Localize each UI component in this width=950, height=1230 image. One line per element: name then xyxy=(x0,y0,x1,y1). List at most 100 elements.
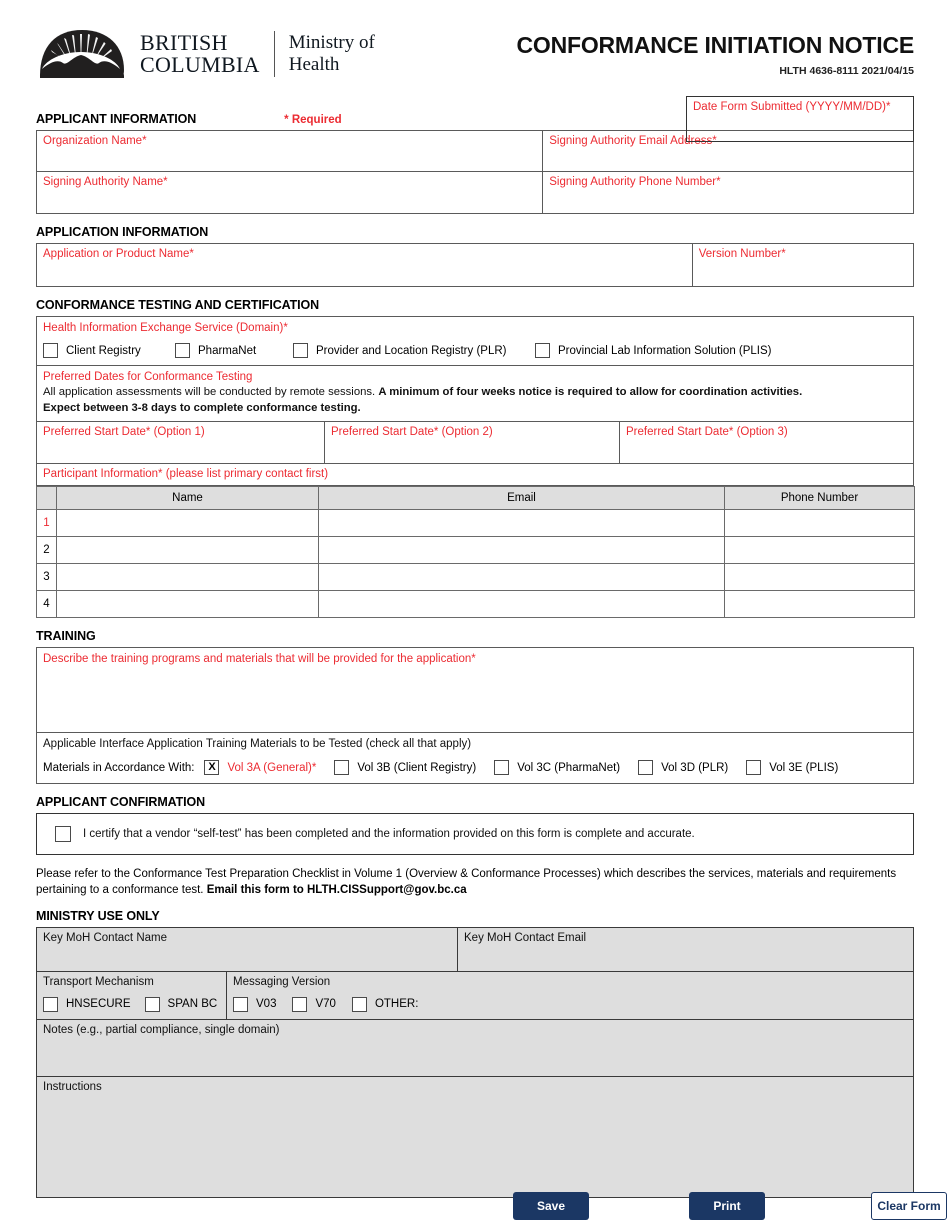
participant-phone-cell[interactable] xyxy=(724,536,915,565)
application-product-name-field[interactable]: Application or Product Name* xyxy=(36,243,693,287)
checkbox-box-icon[interactable] xyxy=(334,760,350,776)
organization-name-field[interactable]: Organization Name* xyxy=(36,130,544,172)
checkbox-vol-3a-general[interactable]: X Vol 3A (General)* xyxy=(204,760,317,776)
preferred-start-date-option-2-label: Preferred Start Date* (Option 2) xyxy=(331,426,493,439)
checkbox-plis[interactable]: Provincial Lab Information Solution (PLI… xyxy=(535,343,772,358)
preferred-start-date-option-3-field[interactable]: Preferred Start Date* (Option 3) xyxy=(620,422,913,463)
checkbox-label: Client Registry xyxy=(66,344,141,357)
participant-email-cell[interactable] xyxy=(318,590,725,619)
checkbox-label: Vol 3A (General)* xyxy=(227,761,317,774)
checkbox-label: HNSECURE xyxy=(66,998,131,1011)
bc-wordmark: BRITISH COLUMBIA xyxy=(140,32,260,76)
ministry-line-2: Health xyxy=(288,54,340,75)
checkbox-box-icon[interactable] xyxy=(43,343,58,358)
participant-name-cell[interactable] xyxy=(56,563,319,592)
ministry-line-1: Ministry of xyxy=(288,31,375,53)
conformance-note-bold-1: A minimum of four weeks notice is requir… xyxy=(378,386,803,398)
checkbox-client-registry[interactable]: Client Registry xyxy=(43,343,175,358)
date-form-submitted-field[interactable]: Date Form Submitted (YYYY/MM/DD)* xyxy=(686,96,914,142)
messaging-version-group: Messaging Version V03 V70 OTHER: xyxy=(227,972,913,1019)
transport-mechanism-group: Transport Mechanism HNSECURE SPAN BC xyxy=(37,971,227,1019)
print-button[interactable]: Print xyxy=(689,1192,765,1220)
bc-gov-logo: BRITISH COLUMBIA Ministry of Health xyxy=(36,26,375,82)
signing-authority-phone-field[interactable]: Signing Authority Phone Number* xyxy=(543,172,914,214)
checkbox-box-icon[interactable] xyxy=(535,343,550,358)
participant-email-cell[interactable] xyxy=(318,563,725,592)
preferred-start-date-option-1-field[interactable]: Preferred Start Date* (Option 1) xyxy=(37,422,325,464)
col-header-num xyxy=(36,486,57,511)
version-number-field[interactable]: Version Number* xyxy=(692,243,914,287)
checkbox-vol-3b-client-registry[interactable]: Vol 3B (Client Registry) xyxy=(334,760,477,776)
checkbox-plr[interactable]: Provider and Location Registry (PLR) xyxy=(293,343,535,358)
checkbox-label: PharmaNet xyxy=(198,344,257,357)
checkbox-box-icon[interactable] xyxy=(43,996,58,1012)
date-form-submitted-label: Date Form Submitted (YYYY/MM/DD)* xyxy=(693,101,891,113)
participant-phone-cell[interactable] xyxy=(724,563,915,592)
checkbox-box-icon[interactable] xyxy=(175,343,190,358)
preferred-start-date-option-2-field[interactable]: Preferred Start Date* (Option 2) xyxy=(325,422,620,464)
training-materials-row: Applicable Interface Application Trainin… xyxy=(37,733,913,783)
transport-mechanism-label: Transport Mechanism xyxy=(43,975,154,988)
checkbox-box-icon[interactable] xyxy=(746,760,762,776)
checkbox-box-icon[interactable] xyxy=(351,996,367,1012)
moh-contact-name-field[interactable]: Key MoH Contact Name xyxy=(37,927,458,971)
checkbox-vol-3d-plr[interactable]: Vol 3D (PLR) xyxy=(638,760,729,776)
preferred-start-date-option-3-label: Preferred Start Date* (Option 3) xyxy=(626,426,788,439)
participant-phone-cell[interactable] xyxy=(724,590,915,619)
materials-lead-label: Materials in Accordance With: xyxy=(43,761,195,774)
signing-authority-name-label: Signing Authority Name* xyxy=(43,176,168,188)
checkbox-pharmanet[interactable]: PharmaNet xyxy=(175,343,293,358)
training-description-field[interactable]: Describe the training programs and mater… xyxy=(37,648,913,734)
training-materials-label: Applicable Interface Application Trainin… xyxy=(43,738,472,751)
checkbox-box-icon[interactable] xyxy=(233,996,248,1012)
conformance-note: All application assessments will be cond… xyxy=(43,385,907,401)
save-button[interactable]: Save xyxy=(513,1192,589,1220)
certify-checkbox-row[interactable]: I certify that a vendor “self-test” has … xyxy=(36,813,914,856)
domain-checkbox-group: Client Registry PharmaNet Provider and L… xyxy=(43,343,907,358)
conformance-note-line2: Expect between 3-8 days to complete conf… xyxy=(43,401,907,417)
checkbox-box-icon[interactable]: X xyxy=(204,760,220,776)
version-number-label: Version Number* xyxy=(698,248,786,260)
preferred-start-dates-row: Preferred Start Date* (Option 1) Preferr… xyxy=(37,421,913,464)
checkbox-span-bc[interactable]: SPAN BC xyxy=(144,996,217,1012)
checkbox-label: Provincial Lab Information Solution (PLI… xyxy=(558,344,772,357)
participant-name-cell[interactable] xyxy=(56,590,319,619)
checkbox-box-icon[interactable] xyxy=(293,343,308,358)
checkbox-box-icon[interactable] xyxy=(638,760,654,776)
preferred-dates-note: Preferred Dates for Conformance Testing … xyxy=(37,366,913,421)
checkbox-box-icon[interactable] xyxy=(292,996,308,1012)
checkbox-label: Vol 3D (PLR) xyxy=(661,761,729,774)
preferred-start-date-option-1-label: Preferred Start Date* (Option 1) xyxy=(43,426,205,439)
ministry-instructions-field[interactable]: Instructions xyxy=(37,1077,913,1197)
participant-phone-cell[interactable] xyxy=(724,509,915,538)
certify-label: I certify that a vendor “self-test” has … xyxy=(83,828,695,841)
messaging-version-label: Messaging Version xyxy=(233,975,331,988)
participant-email-cell[interactable] xyxy=(318,536,725,565)
participant-email-cell[interactable] xyxy=(318,509,725,538)
checkbox-box-icon[interactable] xyxy=(494,760,510,776)
participant-name-cell[interactable] xyxy=(56,536,319,565)
checkbox-hnsecure[interactable]: HNSECURE xyxy=(43,996,131,1012)
conformance-note-bold-2: Expect between 3-8 days to complete conf… xyxy=(43,401,361,414)
ministry-instructions-label: Instructions xyxy=(43,1080,102,1093)
checkbox-box-icon[interactable] xyxy=(144,996,160,1012)
clear-form-button[interactable]: Clear Form xyxy=(871,1192,947,1220)
checkbox-v03[interactable]: V03 xyxy=(233,996,276,1012)
domain-row: Health Information Exchange Service (Dom… xyxy=(37,317,913,366)
ministry-notes-field[interactable]: Notes (e.g., partial compliance, single … xyxy=(37,1020,913,1077)
checkbox-box-icon[interactable] xyxy=(55,826,71,843)
action-button-bar: Save Print Clear Form xyxy=(0,1192,950,1222)
checkbox-other[interactable]: OTHER: xyxy=(351,996,418,1012)
checkbox-vol-3c-pharmanet[interactable]: Vol 3C (PharmaNet) xyxy=(494,760,620,776)
participant-name-cell[interactable] xyxy=(56,509,319,538)
checkbox-v70[interactable]: V70 xyxy=(292,996,336,1012)
title-block: CONFORMANCE INITIATION NOTICE HLTH 4636-… xyxy=(516,26,914,77)
checkbox-vol-3e-plis[interactable]: Vol 3E (PLIS) xyxy=(746,760,838,776)
messaging-checkbox-group: V03 V70 OTHER: xyxy=(233,996,907,1012)
moh-contact-email-field[interactable]: Key MoH Contact Email xyxy=(458,928,913,971)
signing-authority-name-field[interactable]: Signing Authority Name* xyxy=(36,172,544,214)
signing-authority-phone-label: Signing Authority Phone Number* xyxy=(549,176,721,188)
ministry-use-heading: MINISTRY USE ONLY xyxy=(36,908,160,923)
checkbox-label: Vol 3B (Client Registry) xyxy=(357,761,477,774)
table-row: 2 xyxy=(36,536,915,565)
